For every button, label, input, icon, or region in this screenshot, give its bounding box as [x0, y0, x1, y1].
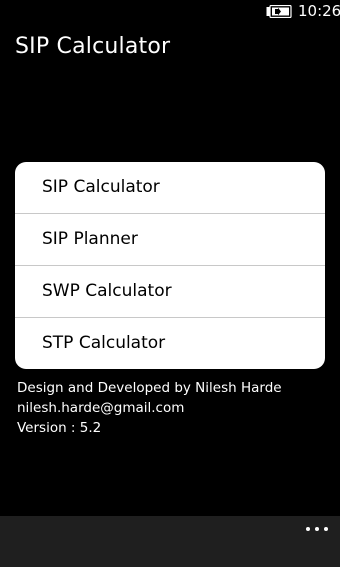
credits: Design and Developed by Nilesh Harde nil… — [17, 378, 282, 438]
menu-item-stp-calculator[interactable]: STP Calculator — [15, 318, 325, 369]
version-label: Version : 5.2 — [17, 420, 102, 436]
menu-item-sip-calculator[interactable]: SIP Calculator — [15, 162, 325, 214]
battery-charging-icon — [266, 5, 292, 18]
developer-email: nilesh.harde@gmail.com — [17, 400, 185, 416]
more-options-icon[interactable] — [306, 523, 328, 535]
app-bar — [0, 516, 340, 567]
clock: 10:26 — [298, 2, 340, 20]
page-title: SIP Calculator — [15, 34, 171, 59]
menu-card: SIP Calculator SIP Planner SWP Calculato… — [15, 162, 325, 369]
developer-credit: Design and Developed by Nilesh Harde — [17, 380, 282, 396]
menu-item-sip-planner[interactable]: SIP Planner — [15, 214, 325, 266]
status-bar: 10:26 — [0, 0, 340, 24]
menu-item-swp-calculator[interactable]: SWP Calculator — [15, 266, 325, 318]
